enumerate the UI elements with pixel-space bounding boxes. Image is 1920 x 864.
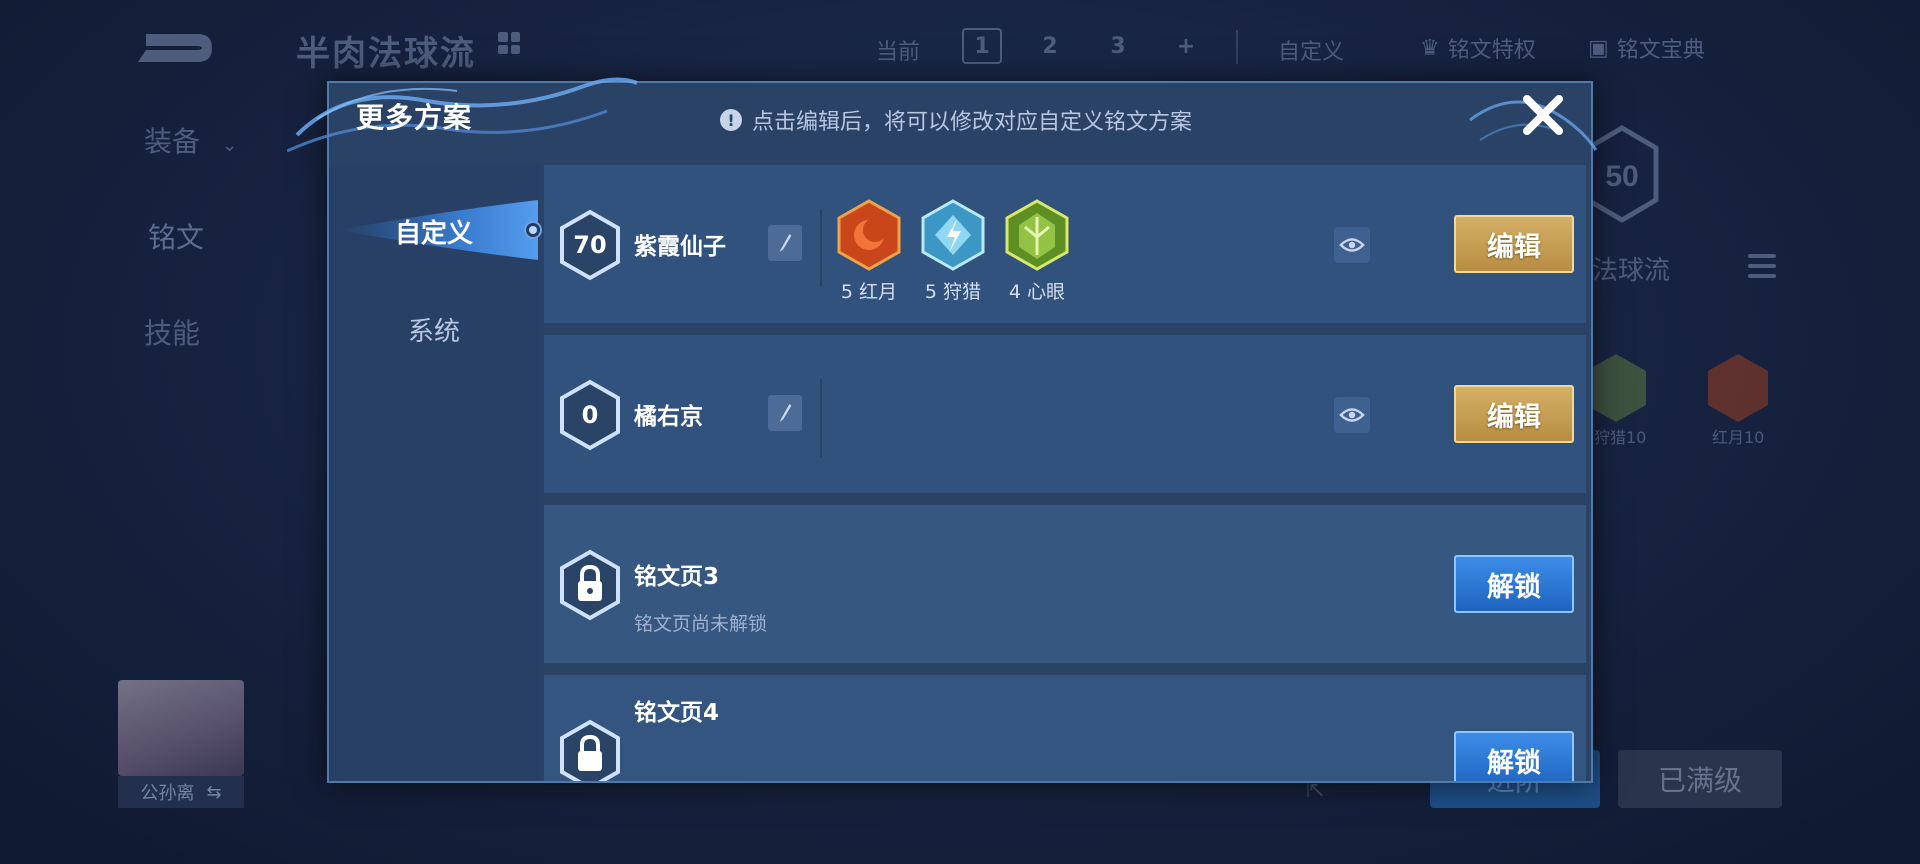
divider bbox=[820, 209, 822, 287]
rune-label: 红月10 bbox=[1712, 428, 1765, 447]
page-selector: 1 2 3 + bbox=[962, 28, 1206, 64]
lock-icon bbox=[560, 719, 620, 781]
preview-button[interactable] bbox=[1334, 397, 1370, 433]
rune-label: 5 红月 bbox=[840, 281, 898, 303]
crown-icon: ♛ bbox=[1420, 35, 1440, 61]
plan-list: 70 紫霞仙子 5 红月 5 狩猎 4 心眼 编辑 0 橘右京 编辑 铭文页3 … bbox=[544, 165, 1586, 781]
lock-icon bbox=[560, 549, 620, 621]
rune-summary: 5 红月 5 狩猎 4 心眼 bbox=[837, 199, 1069, 304]
tab-list: 自定义 系统 bbox=[329, 165, 539, 781]
rune-privilege-label: 铭文特权 bbox=[1447, 38, 1536, 63]
book-icon: ▣ bbox=[1588, 35, 1609, 61]
pen-icon bbox=[779, 234, 792, 252]
plan-row: 0 橘右京 编辑 bbox=[544, 335, 1586, 493]
rune-item: 5 红月 bbox=[837, 199, 901, 304]
rune-label: 5 狩猎 bbox=[924, 281, 982, 303]
rune-privilege-link[interactable]: ♛ 铭文特权 bbox=[1420, 32, 1536, 64]
nav-equip[interactable]: 装备 ⌄ bbox=[144, 120, 237, 160]
eye-icon bbox=[1339, 238, 1365, 252]
close-icon[interactable] bbox=[1520, 92, 1566, 138]
lock-badge bbox=[558, 719, 622, 781]
plan-row-locked: 铭文页4 解锁 bbox=[544, 675, 1586, 781]
menu-icon[interactable] bbox=[1748, 254, 1776, 278]
plan-name: 铭文页3 bbox=[634, 564, 720, 590]
mind-eye-rune-icon bbox=[1005, 199, 1069, 271]
divider bbox=[820, 379, 822, 457]
rename-button[interactable] bbox=[768, 225, 802, 261]
grid-icon[interactable] bbox=[498, 32, 520, 54]
hint-message: ! 点击编辑后，将可以修改对应自定义铭文方案 bbox=[720, 104, 1192, 136]
nav-rune[interactable]: 铭文 bbox=[144, 216, 208, 256]
edit-button[interactable]: 编辑 bbox=[1454, 385, 1574, 443]
red-moon-rune-icon bbox=[837, 199, 901, 271]
plan-row-locked: 铭文页3 铭文页尚未解锁 解锁 bbox=[544, 505, 1586, 663]
plan-name: 橘右京 bbox=[634, 404, 703, 430]
hunt-rune-icon bbox=[1586, 354, 1646, 422]
dialog-title: 更多方案 bbox=[356, 101, 473, 134]
rune-book-label: 铭文宝典 bbox=[1616, 38, 1705, 63]
add-page[interactable]: + bbox=[1166, 28, 1206, 64]
build-name: 法球流 bbox=[1592, 256, 1671, 286]
hero-name: 公孙离 bbox=[140, 783, 195, 804]
level-badge: 0 bbox=[558, 379, 622, 451]
rune-label: 4 心眼 bbox=[1008, 281, 1066, 303]
lock-badge bbox=[558, 549, 622, 621]
current-label: 当前 bbox=[876, 40, 921, 65]
hunt-rune-icon bbox=[921, 199, 985, 271]
page-3[interactable]: 3 bbox=[1098, 28, 1138, 64]
eye-icon bbox=[1339, 408, 1365, 422]
chevron-down-icon: ⌄ bbox=[222, 135, 238, 156]
tab-system[interactable]: 系统 bbox=[329, 311, 539, 348]
svg-text:50: 50 bbox=[1605, 160, 1638, 193]
edit-button[interactable]: 编辑 bbox=[1454, 215, 1574, 273]
back-icon[interactable] bbox=[132, 26, 216, 66]
level-badge: 70 bbox=[558, 209, 622, 281]
rune-book-link[interactable]: ▣ 铭文宝典 bbox=[1588, 32, 1705, 64]
page-1[interactable]: 1 bbox=[962, 28, 1002, 64]
nav-skill[interactable]: 技能 bbox=[144, 312, 200, 352]
hero-switch[interactable]: 公孙离 ⇆ bbox=[118, 776, 244, 808]
rune-label: 狩猎10 bbox=[1594, 428, 1647, 447]
pen-icon bbox=[779, 404, 792, 422]
rune-item: 4 心眼 bbox=[1005, 199, 1069, 304]
nav-equip-label: 装备 bbox=[144, 125, 201, 158]
hero-avatar[interactable] bbox=[118, 680, 244, 776]
page-2[interactable]: 2 bbox=[1030, 28, 1070, 64]
custom-link[interactable]: 自定义 bbox=[1278, 34, 1344, 66]
plan-name: 紫霞仙子 bbox=[634, 234, 726, 260]
plan-name: 铭文页4 bbox=[634, 700, 720, 726]
swap-icon: ⇆ bbox=[206, 781, 222, 803]
plan-row: 70 紫霞仙子 5 红月 5 狩猎 4 心眼 编辑 bbox=[544, 165, 1586, 323]
rune-item: 5 狩猎 bbox=[921, 199, 985, 304]
red-moon-rune-icon bbox=[1708, 354, 1768, 422]
rename-button[interactable] bbox=[768, 395, 802, 431]
level-value: 0 bbox=[581, 401, 599, 429]
tab-custom[interactable]: 自定义 bbox=[329, 213, 539, 250]
preview-button[interactable] bbox=[1334, 227, 1370, 263]
level-value: 70 bbox=[573, 231, 607, 259]
hint-text: 点击编辑后，将可以修改对应自定义铭文方案 bbox=[752, 110, 1193, 135]
maxed-button[interactable]: 已满级 bbox=[1618, 750, 1782, 808]
unlock-button[interactable]: 解锁 bbox=[1454, 731, 1574, 781]
unlock-button[interactable]: 解锁 bbox=[1454, 555, 1574, 613]
info-icon: ! bbox=[720, 109, 742, 131]
locked-status: 铭文页尚未解锁 bbox=[634, 613, 768, 635]
divider bbox=[1236, 30, 1238, 64]
